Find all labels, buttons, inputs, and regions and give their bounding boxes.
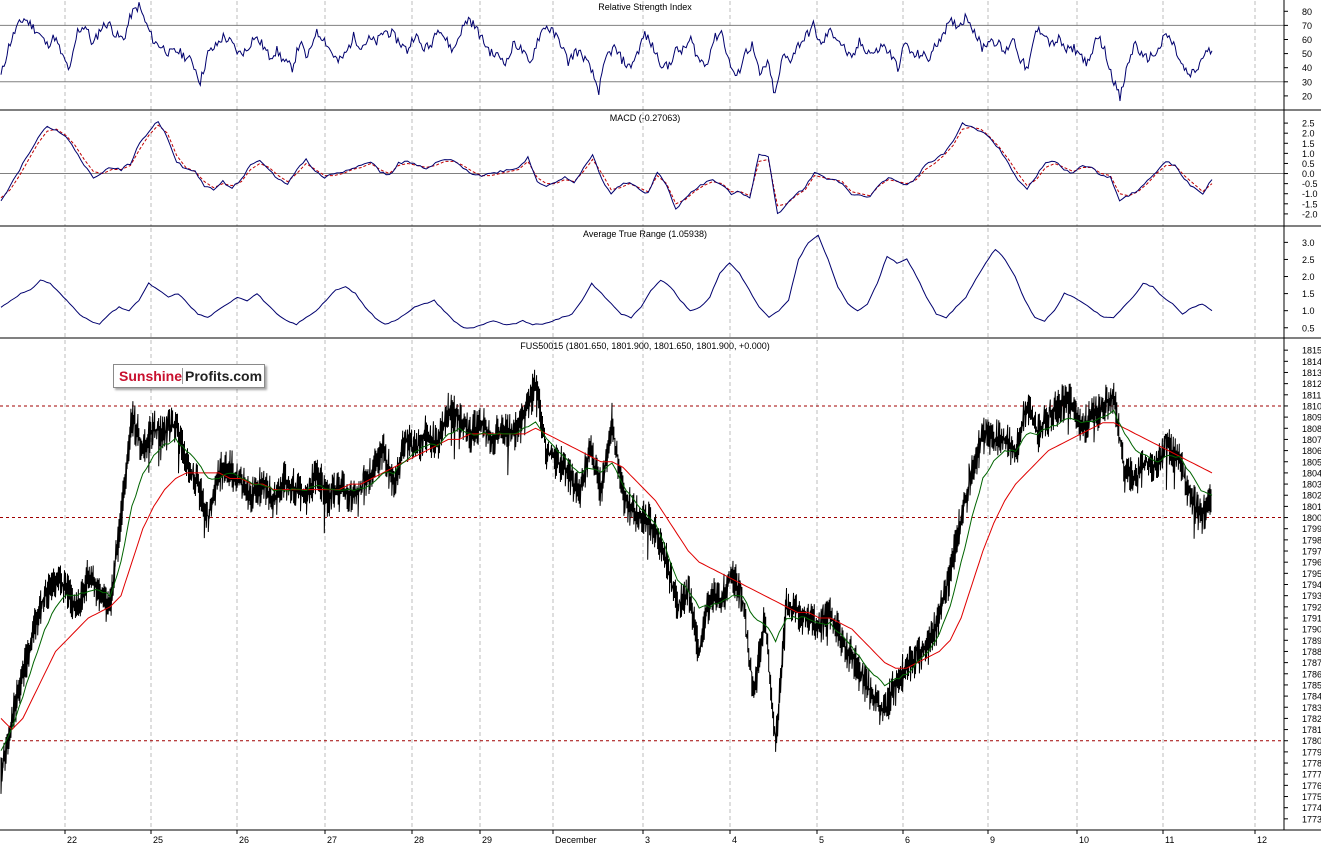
x-tick-label: 26 [239, 835, 249, 844]
x-tick-label: 5 [819, 835, 824, 844]
panel-title: FUS50015 (1801.650, 1801.900, 1801.650, … [520, 341, 769, 351]
x-tick-label: 12 [1257, 835, 1267, 844]
y-tick-label: 1790 [1302, 625, 1321, 635]
y-tick-label: 1793 [1302, 591, 1321, 601]
y-tick-label: 1787 [1302, 658, 1321, 668]
y-tick-label: 1801 [1302, 502, 1321, 512]
panel-title: MACD (-0.27063) [610, 113, 681, 123]
y-tick-label: 1773 [1302, 814, 1321, 824]
y-tick-label: 1780 [1302, 736, 1321, 746]
y-tick-label: 20 [1302, 91, 1312, 101]
y-tick-label: -1.0 [1302, 189, 1318, 199]
x-tick-label: 10 [1079, 835, 1089, 844]
y-tick-label: 1805 [1302, 457, 1321, 467]
y-tick-label: 1784 [1302, 692, 1321, 702]
y-tick-label: 1807 [1302, 435, 1321, 445]
logo-text-sunshine: Sunshine [119, 368, 183, 384]
y-tick-label: 1794 [1302, 580, 1321, 590]
x-tick-label: 9 [990, 835, 995, 844]
y-tick-label: -2.0 [1302, 209, 1318, 219]
y-tick-label: 1774 [1302, 803, 1321, 813]
y-tick-label: 1795 [1302, 569, 1321, 579]
y-tick-label: 1781 [1302, 725, 1321, 735]
y-tick-label: 1.5 [1302, 289, 1315, 299]
x-tick-label: 22 [67, 835, 77, 844]
y-tick-label: 1815 [1302, 346, 1321, 356]
y-tick-label: 1796 [1302, 558, 1321, 568]
y-tick-label: 1810 [1302, 401, 1321, 411]
y-tick-label: 1804 [1302, 468, 1321, 478]
y-tick-label: 1792 [1302, 602, 1321, 612]
y-tick-label: 1791 [1302, 613, 1321, 623]
y-tick-label: 1799 [1302, 524, 1321, 534]
x-tick-label: 25 [153, 835, 163, 844]
y-tick-label: 2.0 [1302, 272, 1315, 282]
y-tick-label: 1802 [1302, 491, 1321, 501]
y-tick-label: 1.0 [1302, 306, 1315, 316]
y-tick-label: 1809 [1302, 413, 1321, 423]
y-tick-label: 30 [1302, 77, 1312, 87]
x-tick-label: December [555, 835, 597, 844]
y-tick-label: 1800 [1302, 513, 1321, 523]
panel-title: Average True Range (1.05938) [583, 229, 707, 239]
y-tick-label: 1788 [1302, 647, 1321, 657]
brand-logo: Sunshine Profits.com [113, 364, 265, 388]
y-tick-label: 0.5 [1302, 323, 1315, 333]
stock-chart: 20 30 40 50 60 70 80 Relative Strength Index -2.… [0, 0, 1321, 844]
y-tick-label: 1776 [1302, 781, 1321, 791]
chart-window: 20 30 40 50 60 70 80 Relative Strength Index -2.… [0, 0, 1321, 844]
y-tick-label: 1.5 [1302, 139, 1315, 149]
y-tick-label: 2.0 [1302, 129, 1315, 139]
y-tick-label: 1798 [1302, 535, 1321, 545]
y-tick-label: 1806 [1302, 446, 1321, 456]
x-tick-label: 28 [414, 835, 424, 844]
y-tick-label: 2.5 [1302, 119, 1315, 129]
x-tick-label: 29 [482, 835, 492, 844]
panel-title: Relative Strength Index [598, 2, 692, 12]
y-tick-label: 1779 [1302, 747, 1321, 757]
y-tick-label: 40 [1302, 63, 1312, 73]
y-tick-label: 1789 [1302, 636, 1321, 646]
x-tick-label: 3 [645, 835, 650, 844]
y-tick-label: 1808 [1302, 424, 1321, 434]
y-tick-label: 1778 [1302, 759, 1321, 769]
y-tick-label: 1785 [1302, 680, 1321, 690]
y-tick-label: 1775 [1302, 792, 1321, 802]
y-tick-label: 80 [1302, 7, 1312, 17]
x-tick-label: 6 [905, 835, 910, 844]
y-tick-label: -0.5 [1302, 179, 1318, 189]
y-tick-label: 1783 [1302, 703, 1321, 713]
y-tick-label: 3.0 [1302, 238, 1315, 248]
x-tick-label: 27 [327, 835, 337, 844]
y-tick-label: 50 [1302, 49, 1312, 59]
x-tick-label: 11 [1165, 835, 1174, 844]
y-tick-label: 1812 [1302, 379, 1321, 389]
chart-background [0, 0, 1321, 844]
y-tick-label: 1777 [1302, 770, 1321, 780]
y-tick-label: 1.0 [1302, 149, 1315, 159]
y-tick-label: 0.5 [1302, 159, 1315, 169]
y-tick-label: 2.5 [1302, 255, 1315, 265]
y-tick-label: 0.0 [1302, 169, 1315, 179]
y-tick-label: 1782 [1302, 714, 1321, 724]
x-tick-label: 4 [732, 835, 737, 844]
y-tick-label: 1811 [1302, 390, 1321, 400]
y-tick-label: 1803 [1302, 480, 1321, 490]
y-tick-label: 1786 [1302, 669, 1321, 679]
y-tick-label: -1.5 [1302, 199, 1318, 209]
y-tick-label: 1814 [1302, 357, 1321, 367]
y-tick-label: 60 [1302, 35, 1312, 45]
logo-text-profits: Profits.com [182, 368, 263, 384]
y-tick-label: 70 [1302, 21, 1312, 31]
y-tick-label: 1797 [1302, 547, 1321, 557]
y-tick-label: 1813 [1302, 368, 1321, 378]
